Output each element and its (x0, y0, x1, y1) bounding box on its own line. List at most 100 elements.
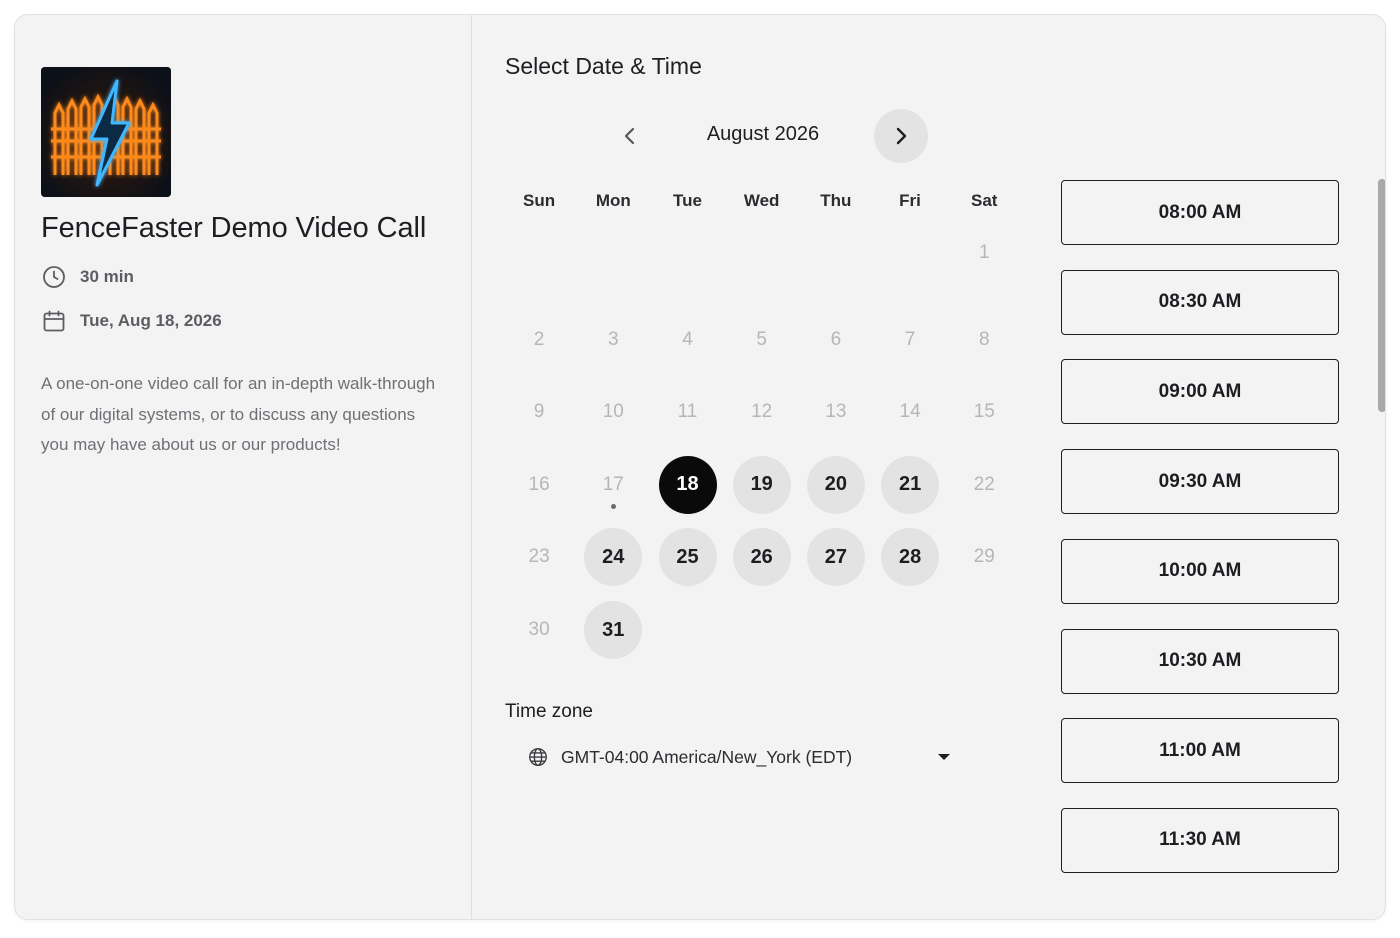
event-duration: 30 min (80, 267, 134, 286)
day-number: 17 (602, 473, 624, 495)
time-slot-button[interactable]: 11:30 AM (1061, 807, 1339, 873)
day-number: 7 (904, 328, 916, 350)
unavailable-day: 23 (510, 528, 568, 586)
day-number: 10 (602, 401, 624, 423)
day-number: 18 (676, 473, 699, 496)
next-month-button[interactable] (874, 109, 928, 163)
time-slot-button[interactable]: 10:00 AM (1061, 538, 1339, 604)
weekday-thu: Thu (820, 191, 852, 210)
unavailable-day: 30 (510, 601, 568, 659)
unavailable-day: 17 (584, 456, 642, 514)
day-number: 13 (825, 401, 847, 423)
unavailable-day: 4 (659, 311, 717, 369)
unavailable-day: 12 (733, 383, 791, 441)
day-number: 6 (830, 328, 842, 350)
unavailable-day: 13 (807, 383, 865, 441)
event-title: FenceFaster Demo Video Call (41, 212, 427, 244)
neon-fence-lightning-logo (41, 67, 171, 197)
available-day[interactable]: 27 (806, 528, 865, 587)
available-day[interactable]: 19 (732, 455, 791, 514)
chevron-right-icon (896, 127, 907, 145)
event-description: A one-on-one video call for an in-depth … (41, 374, 436, 454)
day-number: 19 (750, 473, 773, 496)
slots-scrollbar[interactable] (1378, 179, 1385, 412)
day-number: 31 (602, 618, 625, 641)
event-date: Tue, Aug 18, 2026 (80, 311, 222, 330)
day-number: 21 (898, 473, 922, 496)
time-slot-button[interactable]: 08:30 AM (1061, 269, 1339, 335)
unavailable-day: 9 (510, 383, 568, 441)
weekday-wed: Wed (743, 191, 780, 210)
weekday-fri: Fri (899, 191, 921, 210)
time-slot-button[interactable]: 09:00 AM (1061, 359, 1339, 425)
day-number: 22 (973, 473, 995, 495)
clock-icon (41, 264, 67, 290)
day-number: 25 (676, 545, 699, 568)
available-day[interactable]: 25 (658, 528, 717, 587)
day-number: 29 (973, 546, 995, 568)
available-day[interactable]: 31 (584, 601, 643, 659)
weekday-mon: Mon (595, 191, 631, 210)
day-number: 26 (750, 545, 773, 568)
available-day[interactable]: 20 (806, 455, 865, 514)
available-day[interactable]: 26 (732, 528, 791, 587)
time-slot-button[interactable]: 08:00 AM (1061, 180, 1339, 245)
unavailable-day: 15 (955, 383, 1013, 441)
day-number: 15 (973, 401, 995, 423)
day-number: 9 (533, 401, 545, 423)
day-number: 20 (824, 473, 848, 496)
timezone-select[interactable]: GMT-04:00 America/New_York (EDT) (522, 739, 962, 775)
calendar-icon (41, 308, 67, 334)
booking-card: FenceFaster Demo Video Call 30 min Tue, … (14, 14, 1386, 920)
day-number: 30 (528, 619, 550, 640)
day-number: 14 (899, 401, 921, 423)
unavailable-day: 22 (955, 456, 1013, 514)
weekday-sat: Sat (970, 191, 998, 210)
day-number: 8 (979, 328, 990, 350)
globe-icon (529, 748, 547, 766)
available-day[interactable]: 21 (881, 455, 940, 514)
time-slot-button[interactable]: 10:30 AM (1061, 628, 1339, 694)
timezone-label: Time zone (505, 701, 593, 722)
day-number: 2 (533, 328, 545, 350)
section-title: Select Date & Time (505, 53, 702, 79)
day-number: 4 (682, 328, 693, 350)
duration-row: 30 min (41, 264, 134, 290)
unavailable-day: 5 (733, 311, 791, 369)
timezone-value: GMT-04:00 America/New_York (EDT) (561, 746, 853, 767)
day-number: 1 (979, 242, 990, 263)
caret-down-icon (938, 754, 950, 760)
today-indicator-dot (610, 503, 616, 509)
day-number: 28 (898, 545, 922, 568)
available-day[interactable]: 28 (881, 528, 940, 587)
day-number: 23 (528, 546, 550, 568)
unavailable-day: 2 (510, 311, 568, 369)
date-row: Tue, Aug 18, 2026 (41, 308, 222, 334)
unavailable-day: 7 (881, 311, 939, 369)
unavailable-day: 11 (659, 383, 717, 441)
available-day[interactable]: 24 (584, 528, 643, 587)
day-number: 11 (677, 401, 698, 423)
day-number: 3 (608, 328, 619, 350)
day-number: 27 (824, 545, 848, 568)
unavailable-day: 6 (807, 311, 865, 369)
month-navigation: August 2026 (472, 109, 1032, 163)
unavailable-day: 3 (584, 311, 642, 369)
time-slot-button[interactable]: 09:30 AM (1061, 449, 1339, 515)
unavailable-day: 10 (584, 383, 642, 441)
day-number: 16 (528, 473, 550, 495)
unavailable-day: 29 (955, 528, 1013, 586)
month-label: August 2026 (706, 123, 820, 145)
unavailable-day: 16 (510, 456, 568, 514)
unavailable-day: 1 (955, 224, 1013, 282)
weekday-sun: Sun (523, 191, 556, 210)
unavailable-day: 14 (881, 383, 939, 441)
day-number: 12 (751, 401, 773, 423)
event-details-panel: FenceFaster Demo Video Call 30 min Tue, … (15, 15, 472, 919)
prev-month-button[interactable] (603, 109, 657, 163)
unavailable-day: 8 (955, 311, 1013, 369)
time-slot-button[interactable]: 11:00 AM (1061, 718, 1339, 784)
day-number: 5 (756, 328, 767, 350)
day-number: 24 (602, 545, 625, 568)
selected-day[interactable]: 18 (658, 455, 717, 514)
